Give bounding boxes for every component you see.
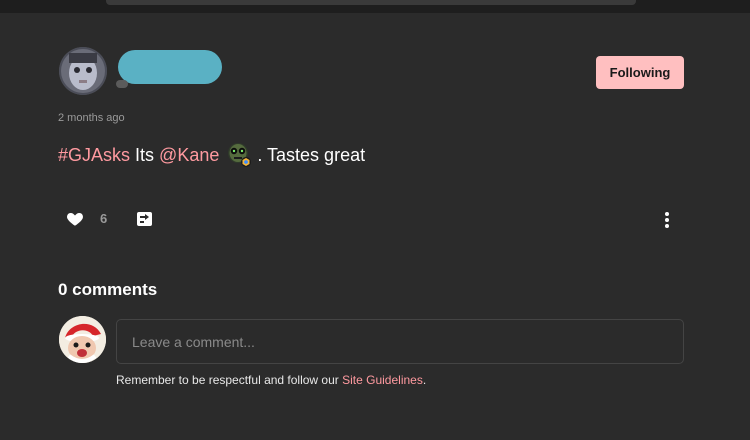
post-text-segment: . Tastes great xyxy=(257,145,366,165)
guidelines-prefix: Remember to be respectful and follow our xyxy=(116,373,343,387)
guidelines-notice: Remember to be respectful and follow our… xyxy=(116,373,426,387)
following-button[interactable]: Following xyxy=(596,56,684,89)
author-handle-redacted[interactable] xyxy=(116,80,128,88)
like-button[interactable] xyxy=(66,210,84,228)
mention-link[interactable]: @Kane xyxy=(159,143,219,167)
kebab-menu-icon xyxy=(665,212,669,228)
site-guidelines-link[interactable]: Site Guidelines xyxy=(342,373,423,387)
robot-alien-emoji-icon xyxy=(225,141,253,169)
more-options-button[interactable] xyxy=(660,210,674,230)
post-text-segment: Its xyxy=(130,145,160,165)
post-body: #GJAsks Its @Kane . Tastes great xyxy=(58,141,365,169)
guidelines-suffix: . xyxy=(422,373,427,387)
comments-heading: 0 comments xyxy=(58,280,158,299)
author-name-redacted[interactable] xyxy=(118,50,222,84)
commenter-avatar[interactable] xyxy=(59,316,106,363)
top-bar xyxy=(0,0,750,13)
search-bar-edge[interactable] xyxy=(106,0,636,5)
comment-input[interactable] xyxy=(116,319,684,364)
santa-avatar-icon xyxy=(59,316,106,363)
like-count: 6 xyxy=(100,211,108,226)
heart-icon xyxy=(67,213,83,226)
author-avatar[interactable] xyxy=(59,47,107,95)
share-icon xyxy=(137,212,152,226)
share-button[interactable] xyxy=(136,210,154,228)
hashtag-link[interactable]: #GJAsks xyxy=(58,143,130,167)
post-timestamp: 2 months ago xyxy=(58,112,125,124)
